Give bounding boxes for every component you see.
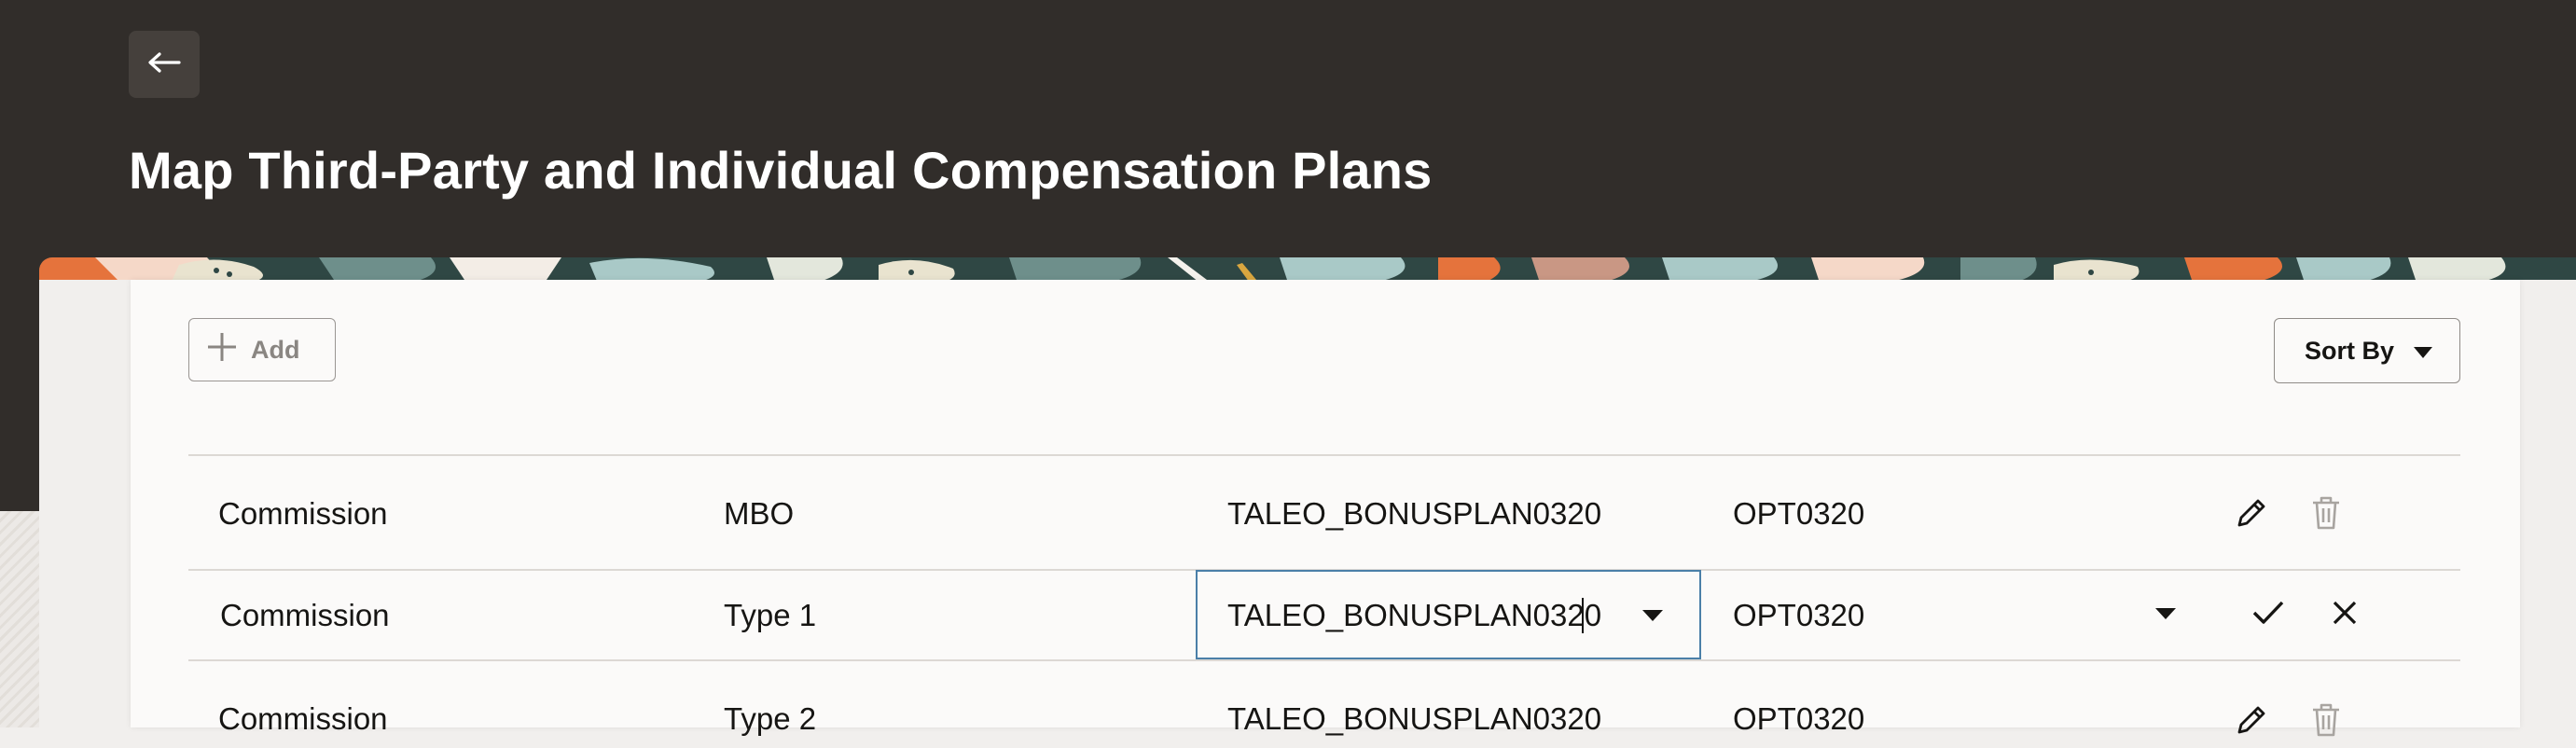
row-cell-subtype: MBO xyxy=(724,496,795,531)
add-button[interactable]: Add xyxy=(188,318,336,381)
row-cell-plan: TALEO_BONUSPLAN0320 xyxy=(1227,496,1602,531)
cancel-button[interactable] xyxy=(2319,589,2371,641)
caret-down-icon xyxy=(2413,337,2433,366)
table-row: Commission MBO TALEO_BONUSPLAN0320 OPT03… xyxy=(188,455,2460,569)
check-icon xyxy=(2251,600,2285,630)
plan-select[interactable]: TALEO_BONUSPLAN0320 xyxy=(1196,570,1701,659)
row-cell-subtype: Type 2 xyxy=(724,701,817,736)
row-cell-option: OPT0320 xyxy=(1733,701,1865,736)
option-select[interactable]: OPT0320 xyxy=(1703,570,2188,659)
plan-select-value: TALEO_BONUSPLAN0320 xyxy=(1227,598,1602,632)
back-button[interactable] xyxy=(129,31,200,98)
option-select-value: OPT0320 xyxy=(1733,598,1865,632)
delete-button[interactable] xyxy=(2300,489,2352,541)
plus-icon xyxy=(206,331,238,369)
row-cell-subtype: Type 1 xyxy=(724,598,817,632)
trash-icon xyxy=(2310,495,2342,535)
pencil-icon xyxy=(2235,703,2268,741)
row-cell-type: Commission xyxy=(218,701,388,736)
close-icon xyxy=(2333,601,2357,630)
arrow-left-icon xyxy=(147,51,181,78)
pencil-icon xyxy=(2235,496,2268,534)
sort-by-label: Sort By xyxy=(2305,336,2395,365)
page-title: Map Third-Party and Individual Compensat… xyxy=(129,141,1433,200)
edit-button[interactable] xyxy=(2225,696,2278,748)
row-cell-type: Commission xyxy=(218,496,388,531)
row-cell-type: Commission xyxy=(220,598,390,632)
sort-by-button[interactable]: Sort By xyxy=(2274,318,2460,383)
background-pattern xyxy=(0,511,39,727)
text-cursor xyxy=(1582,598,1584,633)
trash-icon xyxy=(2310,702,2342,742)
caret-down-icon[interactable] xyxy=(1641,609,1664,627)
delete-button[interactable] xyxy=(2300,696,2352,748)
confirm-button[interactable] xyxy=(2242,589,2294,641)
edit-button[interactable] xyxy=(2225,489,2278,541)
row-cell-option: OPT0320 xyxy=(1733,496,1865,531)
row-cell-plan: TALEO_BONUSPLAN0320 xyxy=(1227,701,1602,736)
add-button-label: Add xyxy=(251,335,300,364)
table-row: Commission Type 2 TALEO_BONUSPLAN0320 OP… xyxy=(188,660,2460,736)
caret-down-icon[interactable] xyxy=(2154,607,2177,625)
